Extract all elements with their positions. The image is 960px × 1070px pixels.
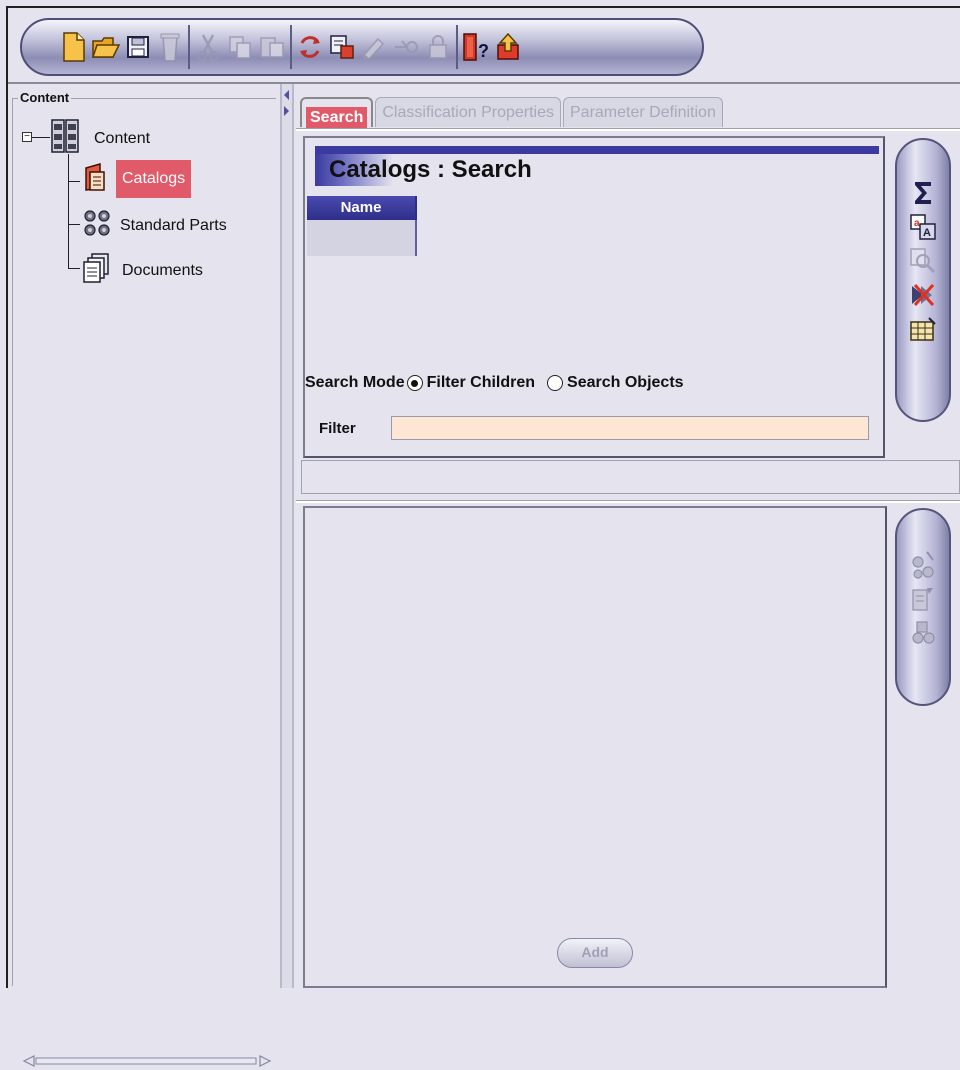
horizontal-scrollbar[interactable]: [22, 1054, 272, 1067]
documents-icon: [82, 252, 112, 289]
link-icon[interactable]: [390, 27, 422, 67]
save-icon[interactable]: [122, 27, 154, 67]
result-panel: Add: [303, 506, 887, 988]
copy-icon[interactable]: [224, 27, 256, 67]
standard-parts-icon: [82, 208, 112, 243]
search-objects-label[interactable]: Search Objects: [567, 374, 684, 392]
find-replace-icon[interactable]: aA: [908, 212, 938, 242]
tree-item-label: Catalogs: [116, 160, 192, 198]
search-objects-radio[interactable]: [547, 375, 564, 391]
tab-baseline: [296, 128, 960, 131]
tab-label: Search: [306, 107, 368, 129]
svg-text:a: a: [914, 218, 920, 229]
column-header-name[interactable]: Name: [307, 196, 417, 220]
tree-item-label: Documents: [122, 261, 203, 279]
filter-input[interactable]: [391, 416, 869, 440]
tree-item-label: Standard Parts: [120, 216, 227, 234]
result-tools-bar: [895, 508, 951, 706]
tab-bar: Search Classification Properties Paramet…: [300, 97, 723, 129]
delete-icon[interactable]: [154, 27, 186, 67]
open-folder-icon[interactable]: [90, 27, 122, 67]
export-icon[interactable]: [492, 27, 524, 67]
properties-icon[interactable]: [326, 27, 358, 67]
svg-text:?: ?: [478, 41, 489, 61]
parts-add-icon[interactable]: [908, 550, 938, 580]
results-table: Name: [307, 196, 417, 258]
new-document-icon[interactable]: [58, 27, 90, 67]
table-icon[interactable]: [908, 314, 938, 344]
content-panel-title: Content: [18, 90, 72, 105]
filter-children-label[interactable]: Filter Children: [427, 374, 535, 392]
tree-item-content[interactable]: Content: [50, 118, 150, 159]
tree-connector: [32, 137, 50, 138]
search-tools-bar: aA: [895, 138, 951, 422]
svg-text:A: A: [923, 227, 931, 239]
tab-search[interactable]: Search: [300, 97, 374, 129]
clear-filter-icon[interactable]: [908, 280, 938, 310]
add-button[interactable]: Add: [557, 938, 633, 968]
search-panel: Catalogs : Search Name Search Mode Filte…: [303, 136, 885, 458]
help-icon[interactable]: ?: [460, 27, 492, 67]
filter-children-radio[interactable]: [406, 375, 423, 391]
catalog-icon: [82, 162, 108, 197]
edit-icon[interactable]: [358, 27, 390, 67]
toolbar-separator: [456, 25, 458, 69]
tree-connector: [68, 181, 80, 182]
toolbar-separator: [188, 25, 190, 69]
tab-classification-properties[interactable]: Classification Properties: [375, 97, 561, 127]
paste-icon[interactable]: [256, 27, 288, 67]
collapse-left-arrow-icon[interactable]: [284, 90, 289, 100]
parts-edit-icon[interactable]: [908, 584, 938, 614]
collapse-right-arrow-icon[interactable]: [284, 106, 289, 116]
parts-remove-icon[interactable]: [908, 618, 938, 648]
radio-dot: [411, 379, 419, 387]
table-cell[interactable]: [307, 220, 417, 256]
content-panel: Content − Content Catalogs Standard Part…: [8, 84, 278, 1067]
tree-connector: [68, 268, 80, 269]
lock-icon[interactable]: [422, 27, 454, 67]
cut-icon[interactable]: [192, 27, 224, 67]
panel-splitter[interactable]: [280, 84, 294, 988]
filter-label: Filter: [319, 420, 356, 437]
tab-parameter-definition[interactable]: Parameter Definition: [563, 97, 723, 127]
tree-item-standard-parts[interactable]: Standard Parts: [82, 208, 227, 243]
toolbar-separator: [290, 25, 292, 69]
search-mode-group: Search Mode Filter Children Search Objec…: [305, 374, 684, 392]
toolbar-area: ?: [8, 8, 960, 84]
sum-icon[interactable]: [908, 178, 938, 208]
search-mode-label: Search Mode: [305, 374, 405, 391]
tree-item-catalogs[interactable]: Catalogs: [82, 160, 192, 198]
tree-connector: [68, 154, 69, 268]
tree-item-documents[interactable]: Documents: [82, 252, 203, 289]
title-bar: [315, 146, 879, 154]
tree-collapse-toggle[interactable]: −: [22, 132, 32, 142]
zoom-search-icon[interactable]: [908, 246, 938, 276]
main-toolbar: ?: [20, 18, 704, 76]
tree-connector: [68, 224, 80, 225]
status-strip: [301, 460, 960, 494]
tree-item-label: Content: [94, 129, 151, 147]
cabinet-icon: [50, 118, 80, 159]
section-divider: [296, 500, 960, 503]
refresh-icon[interactable]: [294, 27, 326, 67]
page-title: Catalogs : Search: [329, 156, 532, 183]
